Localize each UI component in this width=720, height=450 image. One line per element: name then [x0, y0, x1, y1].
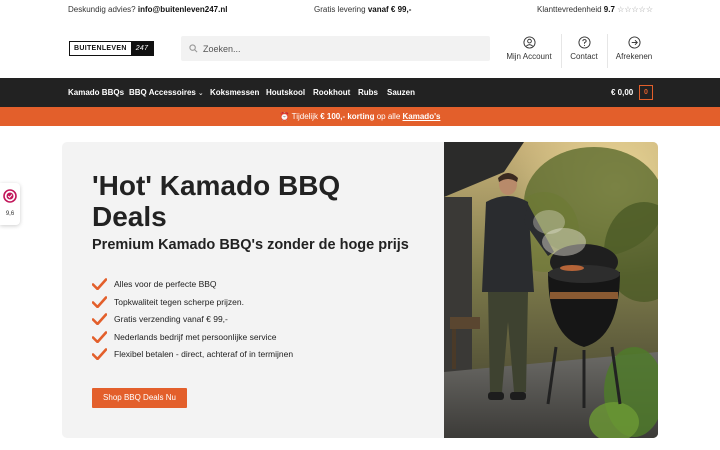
- list-item: Flexibel betalen - direct, achteraf of i…: [92, 348, 293, 366]
- checkout-link[interactable]: Afrekenen: [604, 36, 664, 61]
- account-link[interactable]: Mijn Account: [499, 36, 559, 61]
- main-navigation: Kamado BBQs BBQ Accessoires ⌄ Koksmessen …: [0, 78, 720, 107]
- check-icon: [92, 348, 107, 360]
- hero-subtitle: Premium Kamado BBQ's zonder de hoge prij…: [92, 237, 409, 253]
- logo-text: BUITENLEVEN: [70, 42, 131, 55]
- trust-check-icon: [3, 189, 17, 203]
- check-icon: [92, 295, 107, 308]
- nav-item-kamado-bbqs[interactable]: Kamado BBQs: [68, 88, 124, 97]
- feature-text: Topkwaliteit tegen scherpe prijzen.: [114, 296, 244, 307]
- cart-total[interactable]: € 0,00: [611, 88, 633, 97]
- shop-deals-button[interactable]: Shop BBQ Deals Nu: [92, 388, 187, 408]
- site-logo[interactable]: BUITENLEVEN 247: [69, 41, 155, 56]
- feature-text: Gratis verzending vanaf € 99,-: [114, 314, 228, 324]
- shipping-value: vanaf € 99,-: [367, 5, 412, 14]
- checkout-arrow-icon: [627, 36, 641, 49]
- nav-item-rookhout[interactable]: Rookhout: [313, 88, 350, 97]
- search-input[interactable]: [203, 40, 483, 57]
- clock-icon: ⏰: [279, 112, 290, 121]
- feature-text: Flexibel betalen - direct, achteraf of i…: [114, 349, 294, 359]
- nav-item-rubs[interactable]: Rubs: [358, 88, 378, 97]
- promo-prefix: Tijdelijk: [291, 112, 318, 121]
- satisfaction-info: Klanttevredenheid 9.7 ☆☆☆☆☆: [537, 5, 653, 14]
- hero-section: 'Hot' Kamado BBQ Deals Premium Kamado BB…: [62, 142, 658, 438]
- promo-kamado-link[interactable]: Kamado's: [403, 112, 441, 121]
- list-item: Alles voor de perfecte BBQ: [92, 278, 293, 296]
- top-info-bar: Deskundig advies? info@buitenleven247.nl…: [0, 0, 720, 20]
- satisfaction-score: 9.7: [603, 5, 615, 14]
- promo-middle: op alle: [376, 112, 401, 121]
- satisfaction-label: Klanttevredenheid: [537, 5, 602, 14]
- hero-title: 'Hot' Kamado BBQ Deals: [92, 170, 341, 232]
- promo-banner: ⏰ Tijdelijk € 100,- korting op alle Kama…: [0, 107, 720, 126]
- feature-list: Alles voor de perfecte BBQ Topkwaliteit …: [92, 278, 293, 366]
- promo-amount: € 100,- korting: [320, 112, 375, 121]
- list-item: Gratis verzending vanaf € 99,-: [92, 313, 293, 331]
- trust-badge[interactable]: 9,6: [0, 183, 20, 225]
- nav-item-bbq-accessoires[interactable]: BBQ Accessoires ⌄: [129, 88, 204, 97]
- search-icon: [189, 44, 198, 53]
- hero-grill-photo: [444, 142, 658, 438]
- advice-label: Deskundig advies?: [68, 5, 136, 14]
- feature-text: Alles voor de perfecte BBQ: [114, 279, 217, 289]
- list-item: Nederlands bedrijf met persoonlijke serv…: [92, 330, 293, 349]
- nav-item-label: BBQ Accessoires: [129, 88, 196, 97]
- shipping-info: Gratis levering vanaf € 99,-: [314, 5, 411, 14]
- expert-advice-text: Deskundig advies? info@buitenleven247.nl: [68, 5, 227, 14]
- email-link[interactable]: info@buitenleven247.nl: [138, 5, 228, 14]
- check-icon: [92, 278, 107, 290]
- nav-item-houtskool[interactable]: Houtskool: [266, 88, 305, 97]
- logo-number: 247: [130, 42, 154, 55]
- account-label: Mijn Account: [506, 52, 552, 61]
- checkout-label: Afrekenen: [615, 52, 653, 61]
- check-icon: [92, 330, 107, 343]
- cart-count-badge[interactable]: 0: [639, 85, 653, 100]
- help-icon: [577, 36, 591, 49]
- search-box[interactable]: [181, 36, 490, 61]
- feature-text: Nederlands bedrijf met persoonlijke serv…: [114, 331, 277, 342]
- contact-label: Contact: [570, 52, 598, 61]
- nav-item-koksmessen[interactable]: Koksmessen: [210, 88, 259, 97]
- check-icon: [92, 313, 107, 325]
- chevron-down-icon: ⌄: [197, 90, 204, 97]
- rating-stars-icon: ☆☆☆☆☆: [617, 5, 653, 14]
- list-item: Topkwaliteit tegen scherpe prijzen.: [92, 295, 293, 314]
- nav-item-sauzen[interactable]: Sauzen: [387, 88, 415, 97]
- shipping-label: Gratis levering: [314, 5, 366, 14]
- trust-rating: 9,6: [5, 211, 15, 217]
- account-icon: [522, 36, 536, 49]
